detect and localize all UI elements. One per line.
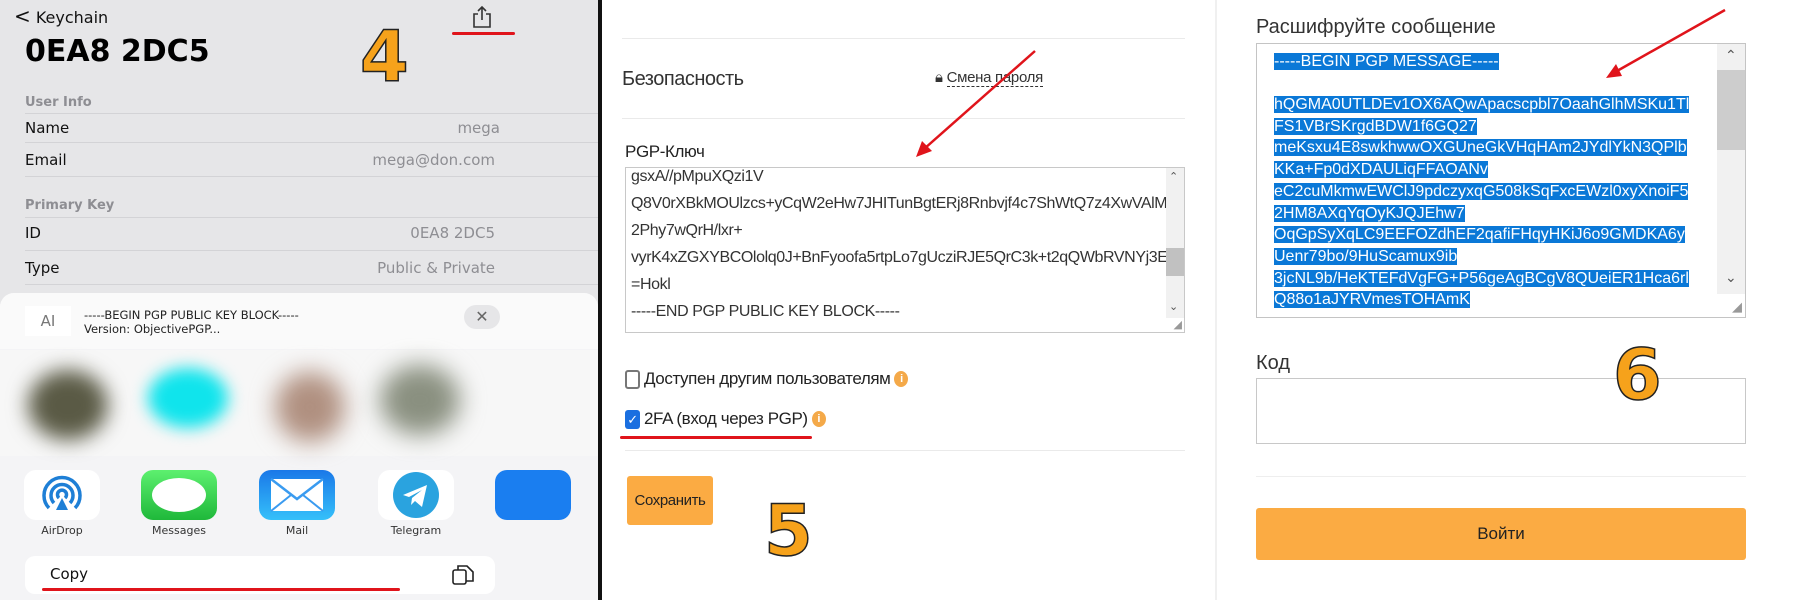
close-icon: ✕ — [475, 307, 489, 326]
divider — [25, 217, 598, 218]
resize-handle-icon[interactable]: ◢ — [1732, 299, 1742, 315]
divider — [622, 38, 1185, 39]
annotation-step-4: 4 — [359, 16, 409, 98]
divider — [25, 284, 598, 285]
airdrop-icon — [24, 470, 100, 520]
security-settings-panel: Безопасность 🔒︎ Смена пароля PGP-Ключ gs… — [602, 0, 1215, 600]
keychain-screen: < Keychain 0EA8 2DC5 4 User Info Name me… — [0, 0, 598, 600]
annotation-step-6: 6 — [1612, 334, 1662, 416]
code-label: Код — [1256, 352, 1291, 374]
row-label-type: Type — [25, 259, 60, 277]
contact-avatar[interactable] — [380, 365, 460, 435]
app-partial[interactable] — [495, 470, 571, 520]
divider — [25, 176, 598, 177]
pgp-key-label: PGP-Ключ — [625, 142, 705, 161]
scroll-down-icon[interactable]: ⌄ — [1725, 269, 1737, 286]
app-telegram[interactable]: Telegram — [378, 470, 454, 537]
messages-icon — [141, 470, 217, 520]
app-label: Telegram — [390, 524, 442, 537]
back-button[interactable]: < Keychain — [14, 4, 108, 28]
login-button[interactable]: Войти — [1256, 508, 1746, 560]
pgp-key-text: gsxA//pMpuXQzi1V Q8V0rXBkMOUlzcs+yCqW2eH… — [631, 168, 1178, 320]
copy-label: Copy — [50, 565, 89, 583]
twofa-checkbox-row[interactable]: ✓ 2FA (вход через PGP) i — [625, 409, 826, 429]
contact-avatar[interactable] — [28, 370, 108, 440]
annotation-underline — [452, 32, 515, 35]
annotation-arrow — [1606, 8, 1726, 78]
telegram-icon — [378, 470, 454, 520]
contact-avatar[interactable] — [275, 372, 345, 442]
divider — [25, 142, 598, 143]
save-button[interactable]: Сохранить — [627, 476, 713, 525]
pgp-key-textarea[interactable]: gsxA//pMpuXQzi1V Q8V0rXBkMOUlzcs+yCqW2eH… — [625, 167, 1185, 333]
annotation-underline — [620, 436, 812, 439]
divider — [25, 113, 598, 114]
text-document-icon: AI — [25, 306, 71, 336]
row-value-type: Public & Private — [377, 259, 495, 277]
chevron-left-icon: < — [14, 4, 31, 28]
row-label-email: Email — [25, 151, 67, 169]
shared-checkbox-row[interactable]: Доступен другим пользователям i — [625, 369, 909, 389]
app-messages[interactable]: Messages — [141, 470, 217, 537]
resize-handle-icon[interactable]: ◢ — [1174, 318, 1182, 331]
twofa-checkbox[interactable]: ✓ — [625, 409, 640, 429]
share-button[interactable] — [470, 5, 494, 29]
annotation-step-5: 5 — [763, 490, 813, 572]
annotation-underline — [42, 588, 400, 591]
divider — [25, 250, 598, 251]
divider — [625, 450, 1185, 451]
app-label: Mail — [285, 524, 309, 537]
shared-checkbox[interactable] — [625, 369, 640, 389]
row-value-name: mega — [457, 119, 500, 137]
app-label: Messages — [152, 524, 206, 537]
share-sheet: AI -----BEGIN PGP PUBLIC KEY BLOCK----- … — [0, 293, 598, 600]
share-icon — [473, 5, 491, 28]
copy-icon — [452, 565, 474, 585]
decrypt-label: Расшифруйте сообщение — [1256, 16, 1496, 38]
contact-avatar[interactable] — [148, 368, 228, 428]
annotation-arrow — [916, 50, 1036, 157]
close-button[interactable]: ✕ — [464, 305, 500, 329]
divider — [1256, 476, 1746, 477]
page-title: 0EA8 2DC5 — [25, 34, 210, 69]
code-input[interactable] — [1256, 378, 1746, 444]
section-title: Безопасность — [622, 68, 744, 90]
row-value-email: mega@don.com — [372, 151, 495, 169]
row-label-id: ID — [25, 224, 41, 242]
scrollbar[interactable]: ⌃ ⌄ — [1166, 168, 1184, 318]
preview-line-1: -----BEGIN PGP PUBLIC KEY BLOCK----- — [84, 308, 299, 322]
pgp-message-text: -----BEGIN PGP MESSAGE----- hQGMA0UTLDEv… — [1274, 53, 1690, 309]
section-header-primary-key: Primary Key — [25, 198, 115, 213]
row-value-id: 0EA8 2DC5 — [410, 224, 495, 242]
preview-line-2: Version: ObjectivePGP... — [84, 322, 221, 336]
row-label-name: Name — [25, 119, 70, 137]
pgp-login-panel: Расшифруйте сообщение -----BEGIN PGP MES… — [1217, 0, 1800, 600]
scroll-up-icon[interactable]: ⌃ — [1169, 170, 1178, 183]
mail-icon — [259, 470, 335, 520]
scrollbar-thumb[interactable] — [1166, 248, 1184, 276]
section-header-user-info: User Info — [25, 95, 92, 110]
app-airdrop[interactable]: AirDrop — [24, 470, 100, 537]
info-icon[interactable]: i — [811, 411, 826, 427]
app-label: AirDrop — [41, 524, 83, 537]
scroll-down-icon[interactable]: ⌄ — [1169, 300, 1178, 313]
info-icon[interactable]: i — [894, 371, 909, 387]
app-mail[interactable]: Mail — [259, 470, 335, 537]
contacts-row — [0, 350, 598, 456]
